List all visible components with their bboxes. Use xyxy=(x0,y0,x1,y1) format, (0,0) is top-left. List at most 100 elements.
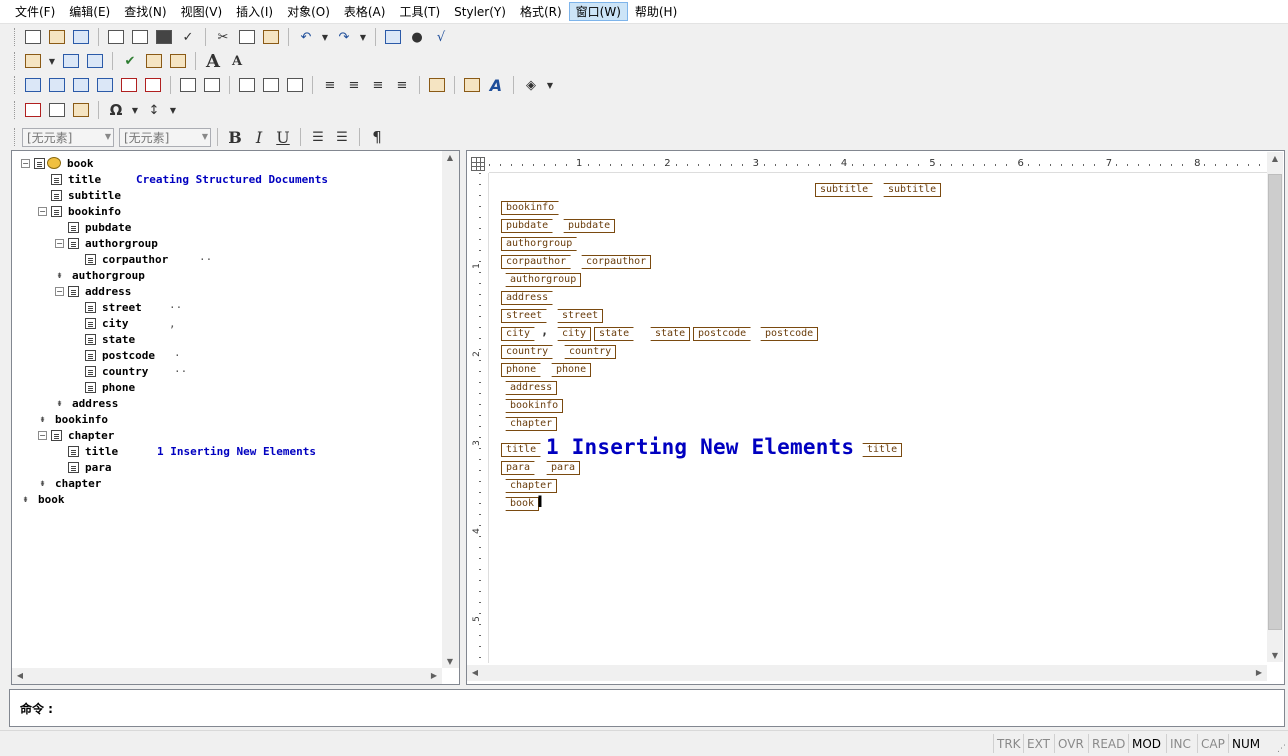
justify-icon[interactable]: ≡ xyxy=(391,74,413,96)
end-tag-subtitle[interactable]: subtitle xyxy=(879,183,942,197)
split-cells-icon[interactable] xyxy=(201,74,223,96)
tree-node-para[interactable]: para xyxy=(55,459,112,475)
line-spacing-dropdown-icon[interactable]: ▼ xyxy=(167,99,179,121)
document-vertical-scrollbar[interactable]: ▲ ▼ xyxy=(1267,152,1283,662)
tree-node-pubdate[interactable]: pubdate xyxy=(55,219,131,235)
insert-row-below-icon[interactable] xyxy=(46,74,68,96)
scroll-down-icon[interactable]: ▼ xyxy=(1267,651,1283,660)
menu-view[interactable]: 视图(V) xyxy=(174,2,230,21)
end-tag-country[interactable]: country xyxy=(560,345,617,359)
align-center-icon[interactable]: ≡ xyxy=(343,74,365,96)
save-icon[interactable] xyxy=(70,26,92,48)
end-tag-title[interactable]: title xyxy=(858,443,903,457)
fill-color-dropdown-icon[interactable]: ▼ xyxy=(544,74,556,96)
end-tag-city[interactable]: city xyxy=(553,327,592,341)
special-character-dropdown-icon[interactable]: ▼ xyxy=(129,99,141,121)
tree-node-address[interactable]: − address xyxy=(55,283,131,299)
start-tag-pubdate[interactable]: pubdate xyxy=(501,219,557,233)
scroll-right-icon[interactable]: ▶ xyxy=(1251,668,1267,677)
validate-icon[interactable]: ✔ xyxy=(119,50,141,72)
style-icon[interactable] xyxy=(167,50,189,72)
bulleted-list-icon[interactable]: ☰ xyxy=(331,126,353,148)
end-tag-bookinfo[interactable]: bookinfo xyxy=(501,399,564,413)
delete-column-icon[interactable] xyxy=(142,74,164,96)
special-character-icon[interactable]: Ω xyxy=(105,99,127,121)
insert-reference-icon[interactable] xyxy=(46,99,68,121)
increase-font-icon[interactable]: A xyxy=(202,50,224,72)
start-tag-authorgroup[interactable]: authorgroup xyxy=(501,237,581,251)
table-properties-icon[interactable] xyxy=(426,74,448,96)
cell-properties-icon[interactable] xyxy=(461,74,483,96)
show-markup-button[interactable]: ¶ xyxy=(366,126,388,148)
menu-table[interactable]: 表格(A) xyxy=(337,2,393,21)
tree-node-bookinfo[interactable]: ⇟ bookinfo xyxy=(38,411,108,427)
toolbar-grip[interactable] xyxy=(14,76,17,94)
delete-row-icon[interactable] xyxy=(118,74,140,96)
undo-icon[interactable]: ↶ xyxy=(295,26,317,48)
menu-find[interactable]: 查找(N) xyxy=(117,2,173,21)
redo-icon[interactable]: ↷ xyxy=(333,26,355,48)
scroll-thumb[interactable] xyxy=(1268,174,1282,630)
menu-insert[interactable]: 插入(I) xyxy=(229,2,280,21)
tree-vertical-scrollbar[interactable]: ▲ ▼ xyxy=(442,151,459,668)
decrease-font-icon[interactable]: A xyxy=(226,50,248,72)
tree-node-title[interactable]: title 1 Inserting New Elements xyxy=(55,443,316,459)
print-preview-icon[interactable] xyxy=(129,26,151,48)
collapse-toggle-icon[interactable]: − xyxy=(38,430,47,440)
underline-button[interactable]: U xyxy=(272,126,294,148)
fill-color-icon[interactable]: ◈ xyxy=(520,74,542,96)
align-left-icon[interactable]: ≡ xyxy=(319,74,341,96)
insert-comment-icon[interactable] xyxy=(70,99,92,121)
start-tag-postcode[interactable]: postcode xyxy=(693,327,755,341)
end-tag-chapter[interactable]: chapter xyxy=(501,417,558,431)
table-icon[interactable] xyxy=(382,26,404,48)
insert-markup-icon[interactable] xyxy=(22,99,44,121)
menu-object[interactable]: 对象(O) xyxy=(280,2,337,21)
scroll-left-icon[interactable]: ◀ xyxy=(12,671,28,680)
bold-button[interactable]: B xyxy=(224,126,246,148)
end-tag-authorgroup[interactable]: authorgroup xyxy=(501,273,582,287)
end-tag-corpauthor[interactable]: corpauthor xyxy=(577,255,652,269)
undo-dropdown-icon[interactable]: ▼ xyxy=(319,26,331,48)
paste-icon[interactable] xyxy=(260,26,282,48)
cut-icon[interactable]: ✂ xyxy=(212,26,234,48)
start-tag-phone[interactable]: phone xyxy=(501,363,545,377)
tree-node-authorgroup[interactable]: ⇟ authorgroup xyxy=(55,267,144,283)
tree-node-book[interactable]: ⇟ book xyxy=(21,491,64,507)
insert-graphic-icon[interactable]: ● xyxy=(406,26,428,48)
numbered-list-icon[interactable]: ☰ xyxy=(307,126,329,148)
insert-row-above-icon[interactable] xyxy=(22,74,44,96)
align-middle-icon[interactable] xyxy=(260,74,282,96)
end-tag-postcode[interactable]: postcode xyxy=(756,327,819,341)
resize-grip-icon[interactable]: ⋰ xyxy=(1277,744,1286,754)
tree-horizontal-scrollbar[interactable]: ◀ ▶ xyxy=(12,668,442,684)
tree-node-city[interactable]: city, xyxy=(72,315,176,331)
start-tag-subtitle[interactable]: subtitle xyxy=(815,183,877,197)
tree-node-phone[interactable]: phone xyxy=(72,379,135,395)
menu-window[interactable]: 窗口(W) xyxy=(568,2,628,21)
align-right-icon[interactable]: ≡ xyxy=(367,74,389,96)
align-top-icon[interactable] xyxy=(236,74,258,96)
new-document-icon[interactable] xyxy=(22,26,44,48)
insert-column-left-icon[interactable] xyxy=(70,74,92,96)
tree-node-chapter[interactable]: ⇟ chapter xyxy=(38,475,101,491)
end-tag-para[interactable]: para xyxy=(542,461,581,475)
city-text[interactable]: , xyxy=(541,324,548,338)
end-tag-pubdate[interactable]: pubdate xyxy=(559,219,616,233)
menu-file[interactable]: 文件(F) xyxy=(8,2,62,21)
command-bar[interactable]: 命令 : xyxy=(9,689,1285,727)
edit-attributes-icon[interactable] xyxy=(143,50,165,72)
italic-button[interactable]: I xyxy=(248,126,270,148)
copy-icon[interactable] xyxy=(236,26,258,48)
tree-node-authorgroup[interactable]: − authorgroup xyxy=(55,235,158,251)
scroll-up-icon[interactable]: ▲ xyxy=(442,153,458,162)
insert-element-dropdown-icon[interactable]: ▼ xyxy=(46,50,58,72)
start-tag-corpauthor[interactable]: corpauthor xyxy=(501,255,575,269)
split-element-icon[interactable] xyxy=(84,50,106,72)
collapse-toggle-icon[interactable]: − xyxy=(55,286,64,296)
start-tag-para[interactable]: para xyxy=(501,461,539,475)
toolbar-grip[interactable] xyxy=(14,52,17,70)
scroll-left-icon[interactable]: ◀ xyxy=(467,668,483,677)
text-style-icon[interactable]: A xyxy=(485,74,507,96)
start-tag-street[interactable]: street xyxy=(501,309,551,323)
